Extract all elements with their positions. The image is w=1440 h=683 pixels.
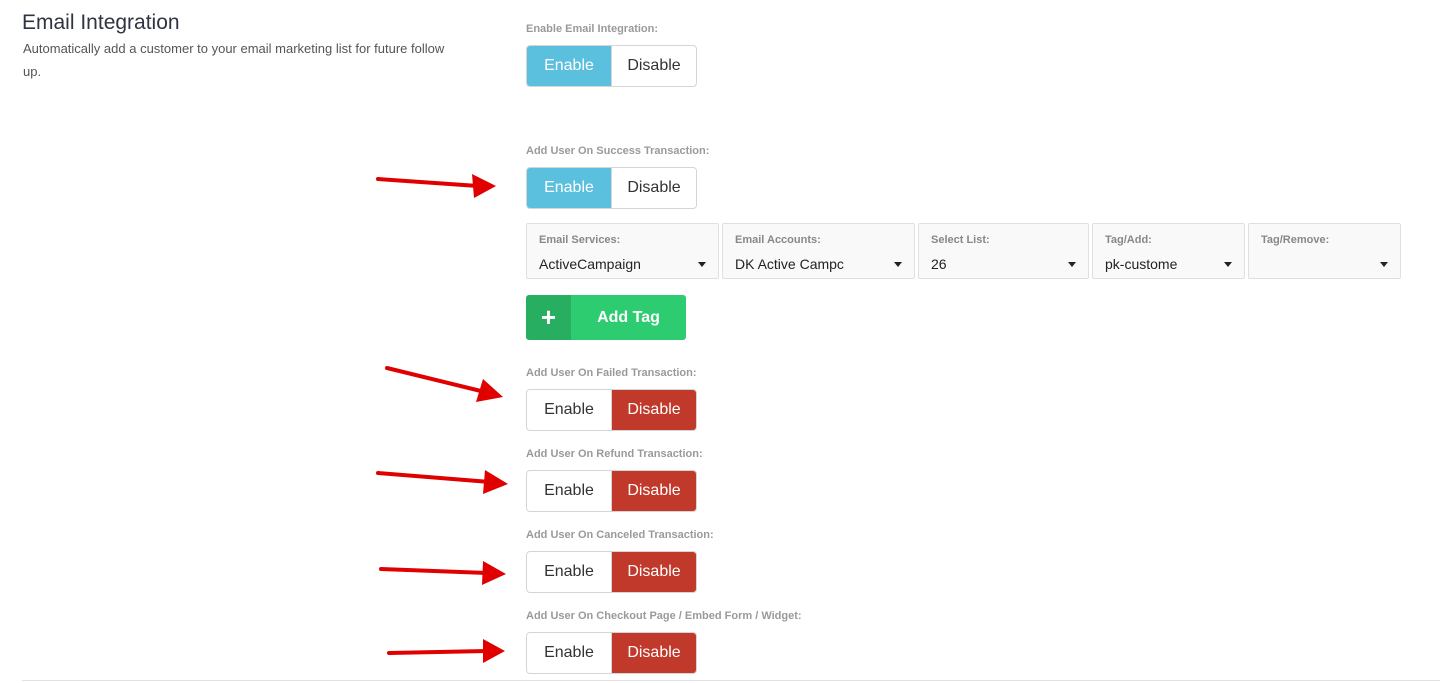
arrow-icon xyxy=(385,366,503,402)
divider xyxy=(22,680,1440,681)
arrow-icon xyxy=(376,470,508,494)
arrow-icon xyxy=(379,561,506,585)
arrow-icon xyxy=(376,174,496,198)
arrow-icon xyxy=(387,639,505,663)
annotation-arrows xyxy=(376,174,508,663)
